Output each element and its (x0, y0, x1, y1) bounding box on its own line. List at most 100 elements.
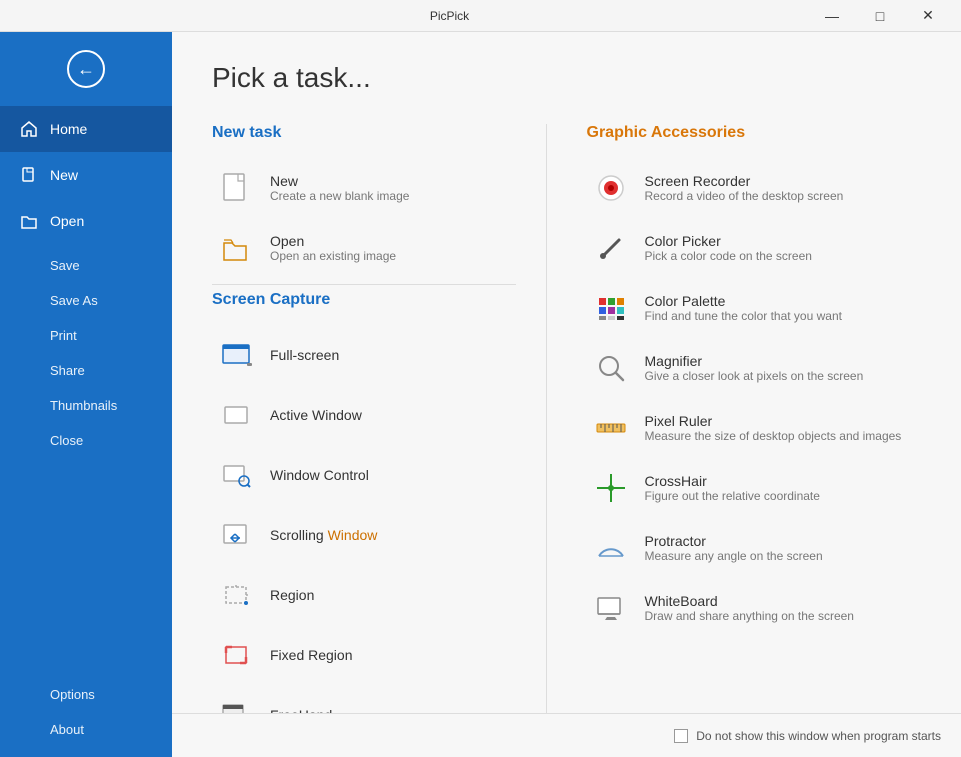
task-window-control-icon (216, 455, 256, 495)
new-task-title: New task (212, 124, 516, 142)
sidebar-item-print[interactable]: Print (0, 318, 172, 353)
graphic-accessories-list: Screen Recorder Record a video of the de… (587, 158, 922, 638)
task-item-color-palette[interactable]: Color Palette Find and tune the color th… (587, 278, 922, 338)
task-magnifier-text: Magnifier Give a closer look at pixels o… (645, 353, 864, 383)
task-item-whiteboard[interactable]: WhiteBoard Draw and share anything on th… (587, 578, 922, 638)
sidebar-item-open[interactable]: Open (0, 198, 172, 244)
task-open-icon (216, 228, 256, 268)
sidebar-item-close[interactable]: Close (0, 423, 172, 458)
back-button[interactable]: ← (67, 50, 105, 88)
scrolling-window-highlight: Window (328, 527, 378, 543)
new-task-list: New Create a new blank image (212, 158, 516, 278)
task-item-fullscreen[interactable]: Full-screen (212, 325, 516, 385)
maximize-button[interactable]: □ (857, 0, 903, 32)
back-icon: ← (77, 59, 95, 80)
task-crosshair-text: CrossHair Figure out the relative coordi… (645, 473, 820, 503)
task-window-control-text: Window Control (270, 467, 369, 483)
screen-capture-list: Full-screen Active Window (212, 325, 516, 713)
task-scrolling-window-name: Scrolling Window (270, 527, 377, 543)
sidebar-item-new[interactable]: New (0, 152, 172, 198)
sidebar-sub-items: Save Save As Print Share Thumbnails Clos… (0, 244, 172, 462)
task-item-protractor[interactable]: Protractor Measure any angle on the scre… (587, 518, 922, 578)
task-active-window-text: Active Window (270, 407, 362, 423)
task-region-name: Region (270, 587, 314, 603)
task-item-pixel-ruler[interactable]: Pixel Ruler Measure the size of desktop … (587, 398, 922, 458)
task-item-freehand[interactable]: FreeHand (212, 685, 516, 713)
task-screen-recorder-name: Screen Recorder (645, 173, 844, 189)
task-magnifier-icon (591, 348, 631, 388)
task-color-palette-icon (591, 288, 631, 328)
task-item-screen-recorder[interactable]: Screen Recorder Record a video of the de… (587, 158, 922, 218)
task-item-magnifier[interactable]: Magnifier Give a closer look at pixels o… (587, 338, 922, 398)
task-new-icon (216, 168, 256, 208)
app-title: PicPick (90, 9, 809, 23)
task-item-scrolling-window[interactable]: Scrolling Window (212, 505, 516, 565)
minimize-button[interactable]: — (809, 0, 855, 32)
task-open-name: Open (270, 233, 396, 249)
sidebar: ← Home New (0, 32, 172, 757)
screen-capture-title: Screen Capture (212, 291, 516, 309)
home-icon (20, 120, 40, 138)
task-whiteboard-desc: Draw and share anything on the screen (645, 609, 854, 623)
task-item-crosshair[interactable]: CrossHair Figure out the relative coordi… (587, 458, 922, 518)
task-color-picker-desc: Pick a color code on the screen (645, 249, 812, 263)
window-controls: — □ ✕ (809, 0, 951, 32)
dont-show-label: Do not show this window when program sta… (696, 729, 941, 743)
task-pixel-ruler-desc: Measure the size of desktop objects and … (645, 429, 902, 443)
sidebar-item-thumbnails[interactable]: Thumbnails (0, 388, 172, 423)
task-protractor-icon (591, 528, 631, 568)
task-screen-recorder-icon (591, 168, 631, 208)
sidebar-item-new-label: New (50, 167, 78, 183)
sidebar-item-open-label: Open (50, 213, 84, 229)
task-region-icon (216, 575, 256, 615)
left-column: New task New (212, 124, 547, 713)
task-active-window-icon (216, 395, 256, 435)
task-protractor-desc: Measure any angle on the screen (645, 549, 823, 563)
task-fixed-region-icon (216, 635, 256, 675)
task-item-fixed-region[interactable]: Fixed Region (212, 625, 516, 685)
task-color-picker-icon (591, 228, 631, 268)
task-pixel-ruler-name: Pixel Ruler (645, 413, 902, 429)
footer-bar: Do not show this window when program sta… (172, 713, 961, 757)
divider-1 (212, 284, 516, 285)
task-item-color-picker[interactable]: Color Picker Pick a color code on the sc… (587, 218, 922, 278)
task-scrolling-window-icon (216, 515, 256, 555)
task-whiteboard-text: WhiteBoard Draw and share anything on th… (645, 593, 854, 623)
main-content: Pick a task... New task (172, 32, 961, 713)
page-title: Pick a task... (212, 62, 921, 94)
close-button[interactable]: ✕ (905, 0, 951, 32)
task-magnifier-name: Magnifier (645, 353, 864, 369)
app-container: ← Home New (0, 32, 961, 757)
task-region-text: Region (270, 587, 314, 603)
task-freehand-icon (216, 695, 256, 713)
sidebar-item-home-label: Home (50, 121, 87, 137)
task-item-window-control[interactable]: Window Control (212, 445, 516, 505)
content-grid: New task New (212, 124, 921, 713)
task-item-new[interactable]: New Create a new blank image (212, 158, 516, 218)
task-item-region[interactable]: Region (212, 565, 516, 625)
sidebar-item-share[interactable]: Share (0, 353, 172, 388)
sidebar-item-save-as[interactable]: Save As (0, 283, 172, 318)
task-color-palette-text: Color Palette Find and tune the color th… (645, 293, 842, 323)
sidebar-item-options[interactable]: Options (0, 677, 172, 712)
sidebar-item-home[interactable]: Home (0, 106, 172, 152)
task-item-active-window[interactable]: Active Window (212, 385, 516, 445)
task-item-open[interactable]: Open Open an existing image (212, 218, 516, 278)
task-fixed-region-text: Fixed Region (270, 647, 353, 663)
dont-show-checkbox[interactable] (674, 729, 688, 743)
task-color-palette-desc: Find and tune the color that you want (645, 309, 842, 323)
task-whiteboard-icon (591, 588, 631, 628)
task-crosshair-icon (591, 468, 631, 508)
task-pixel-ruler-icon (591, 408, 631, 448)
back-button-area[interactable]: ← (0, 32, 172, 106)
task-new-text: New Create a new blank image (270, 173, 409, 203)
task-open-desc: Open an existing image (270, 249, 396, 263)
task-color-palette-name: Color Palette (645, 293, 842, 309)
sidebar-item-save[interactable]: Save (0, 248, 172, 283)
task-magnifier-desc: Give a closer look at pixels on the scre… (645, 369, 864, 383)
task-crosshair-name: CrossHair (645, 473, 820, 489)
task-fullscreen-text: Full-screen (270, 347, 339, 363)
task-active-window-name: Active Window (270, 407, 362, 423)
sidebar-item-about[interactable]: About (0, 712, 172, 747)
graphic-accessories-title: Graphic Accessories (587, 124, 922, 142)
